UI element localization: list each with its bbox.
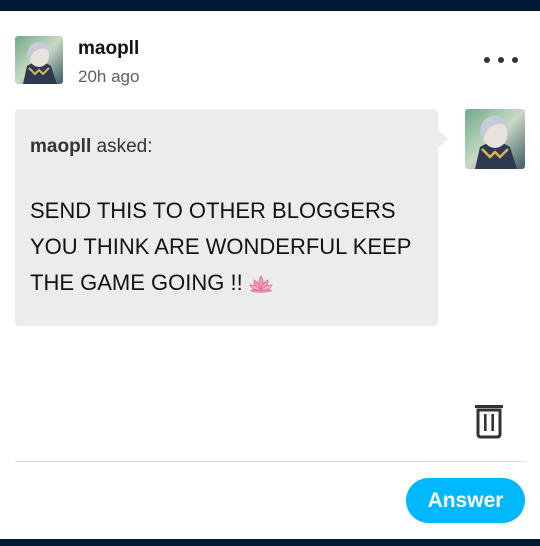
more-horizontal-icon[interactable] bbox=[484, 47, 518, 73]
question-text-block: SEND THIS TO OTHER BLOGGERS YOU THINK AR… bbox=[30, 193, 430, 304]
answer-button[interactable]: Answer bbox=[406, 478, 525, 523]
ask-post-card: maopll 20h ago maopll asked: SEND THIS T… bbox=[0, 11, 540, 539]
asker-line: maopll asked: bbox=[30, 136, 153, 158]
post-username[interactable]: maopll bbox=[78, 38, 139, 60]
ask-bubble: maopll asked: SEND THIS TO OTHER BLOGGER… bbox=[15, 109, 438, 326]
post-timestamp: 20h ago bbox=[78, 67, 140, 86]
asker-name[interactable]: maopll bbox=[30, 136, 91, 157]
more-dot bbox=[498, 57, 504, 63]
trash-icon[interactable] bbox=[472, 401, 506, 439]
question-text: SEND THIS TO OTHER BLOGGERS YOU THINK AR… bbox=[30, 198, 412, 295]
more-dot bbox=[484, 57, 490, 63]
divider bbox=[15, 461, 526, 462]
lotus-icon bbox=[249, 268, 273, 304]
asker-avatar[interactable] bbox=[465, 109, 525, 169]
bubble-tail bbox=[436, 128, 448, 150]
asked-label: asked: bbox=[96, 136, 153, 157]
more-dot bbox=[512, 57, 518, 63]
avatar[interactable] bbox=[15, 36, 63, 84]
